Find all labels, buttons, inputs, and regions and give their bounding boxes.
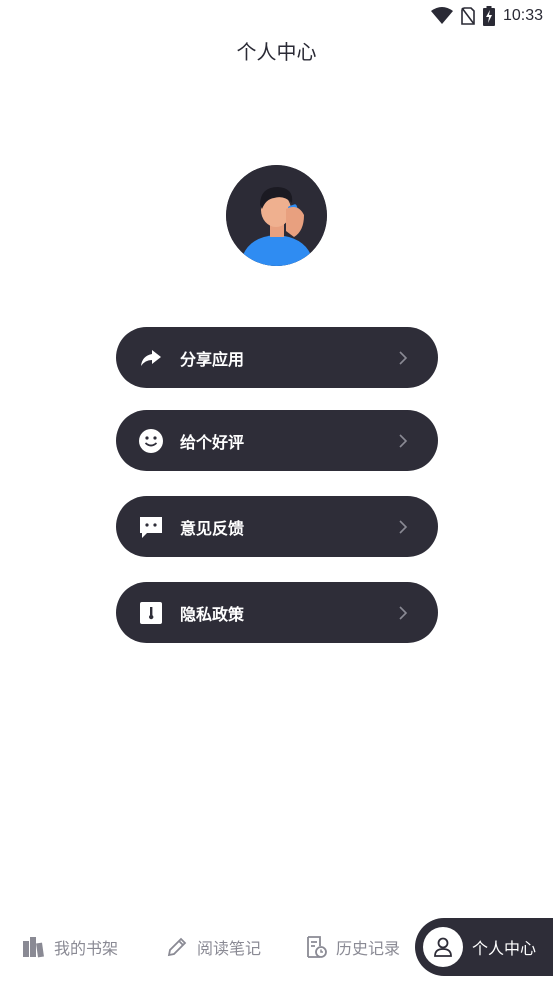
status-bar: 10:33 [0,0,553,32]
no-sim-icon [461,7,475,25]
wifi-icon [430,7,453,24]
chevron-right-icon [399,351,408,365]
feedback-icon [140,517,162,538]
feedback-label: 意见反馈 [180,518,245,538]
share-app-label: 分享应用 [180,349,245,369]
smiley-icon [139,429,163,453]
tab-personal-center[interactable]: 个人中心 [415,918,553,976]
status-icons: 10:33 [430,5,543,27]
privacy-icon [140,602,162,624]
tab-personal-center-icon-wrap [423,927,463,967]
person-icon [434,937,452,957]
chevron-right-icon [399,434,408,448]
tab-reading-notes[interactable]: 阅读笔记 [165,918,261,976]
tab-bookshelf-label: 我的书架 [54,939,119,958]
privacy-policy-button[interactable]: 隐私政策 [116,582,438,643]
chevron-right-icon [399,520,408,534]
feedback-button[interactable]: 意见反馈 [116,496,438,557]
battery-charging-icon [482,6,495,26]
share-app-button[interactable]: 分享应用 [116,327,438,388]
tab-bookshelf[interactable]: 我的书架 [22,918,118,976]
tab-personal-center-label: 个人中心 [472,939,537,958]
tab-history[interactable]: 历史记录 [304,918,400,976]
pencil-icon [167,937,187,957]
bookshelf-icon [23,937,44,958]
page-title: 个人中心 [236,40,317,64]
share-icon [141,350,161,366]
chevron-right-icon [399,606,408,620]
rate-app-label: 给个好评 [180,432,245,452]
user-avatar[interactable] [226,165,327,266]
user-avatar-icon [226,165,327,266]
tab-history-label: 历史记录 [336,939,401,958]
bottom-tab-bar: 我的书架 阅读笔记 历史记录 个人中心 [0,918,553,976]
tab-reading-notes-label: 阅读笔记 [197,939,262,958]
history-icon [307,936,327,958]
rate-app-button[interactable]: 给个好评 [116,410,438,471]
privacy-policy-label: 隐私政策 [180,604,245,624]
status-time: 10:33 [502,7,543,24]
